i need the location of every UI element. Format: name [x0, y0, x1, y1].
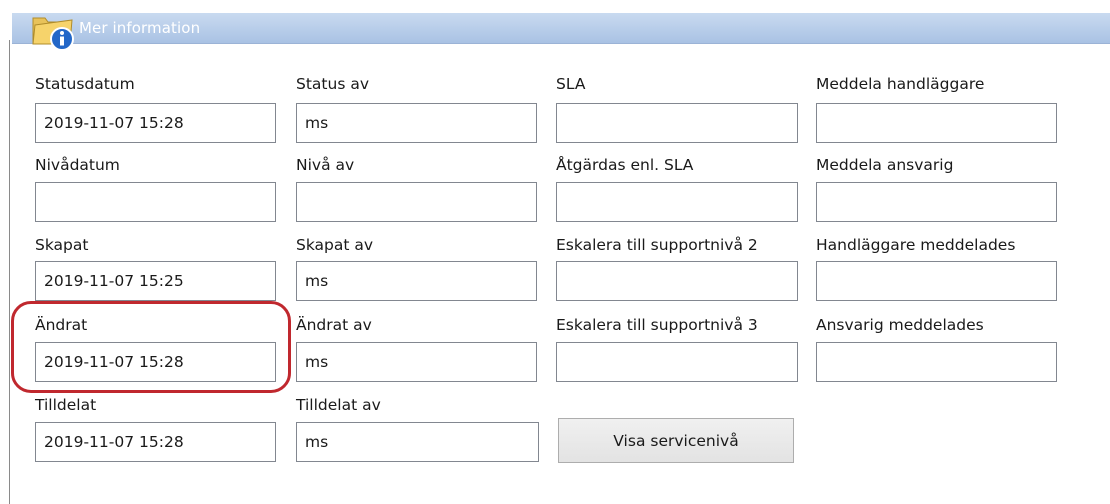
skapat-field[interactable] [35, 261, 276, 301]
ansvarig-meddelades-label: Ansvarig meddelades [816, 316, 984, 334]
skapat-av-label: Skapat av [296, 236, 374, 254]
andrat-av-field[interactable] [296, 342, 537, 382]
nivadatum-label: Nivådatum [35, 156, 120, 174]
meddela-ansvarig-field[interactable] [816, 182, 1057, 222]
tilldelat-av-field[interactable] [296, 422, 539, 462]
section-title: Mer information [79, 19, 201, 37]
statusdatum-field[interactable] [35, 103, 276, 143]
andrat-label: Ändrat [35, 316, 88, 334]
meddela-handlaggare-label: Meddela handläggare [816, 75, 985, 93]
niva-av-label: Nivå av [296, 156, 355, 174]
tilldelat-label: Tilldelat [35, 396, 97, 414]
andrat-field[interactable] [35, 342, 276, 382]
tilldelat-av-label: Tilldelat av [296, 396, 381, 414]
meddela-ansvarig-label: Meddela ansvarig [816, 156, 954, 174]
panel-left-border [9, 40, 10, 504]
eskalera-niva-2-field[interactable] [556, 261, 798, 301]
nivadatum-field[interactable] [35, 182, 276, 222]
visa-serviceniva-button[interactable]: Visa servicenivå [558, 418, 794, 463]
handlaggare-meddelades-label: Handläggare meddelades [816, 236, 1016, 254]
tilldelat-field[interactable] [35, 422, 276, 462]
atgardas-enl-sla-label: Åtgärdas enl. SLA [556, 156, 694, 174]
eskalera-niva-3-label: Eskalera till supportnivå 3 [556, 316, 758, 334]
niva-av-field[interactable] [296, 182, 537, 222]
atgardas-enl-sla-field[interactable] [556, 182, 798, 222]
status-av-label: Status av [296, 75, 369, 93]
meddela-handlaggare-field[interactable] [816, 103, 1057, 143]
sla-label: SLA [556, 75, 586, 93]
statusdatum-label: Statusdatum [35, 75, 135, 93]
andrat-av-label: Ändrat av [296, 316, 372, 334]
eskalera-niva-2-label: Eskalera till supportnivå 2 [556, 236, 758, 254]
status-av-field[interactable] [296, 103, 537, 143]
handlaggare-meddelades-field[interactable] [816, 261, 1057, 301]
folder-info-icon [32, 17, 74, 51]
skapat-label: Skapat [35, 236, 89, 254]
eskalera-niva-3-field[interactable] [556, 342, 798, 382]
ansvarig-meddelades-field[interactable] [816, 342, 1057, 382]
sla-field[interactable] [556, 103, 798, 143]
skapat-av-field[interactable] [296, 261, 537, 301]
